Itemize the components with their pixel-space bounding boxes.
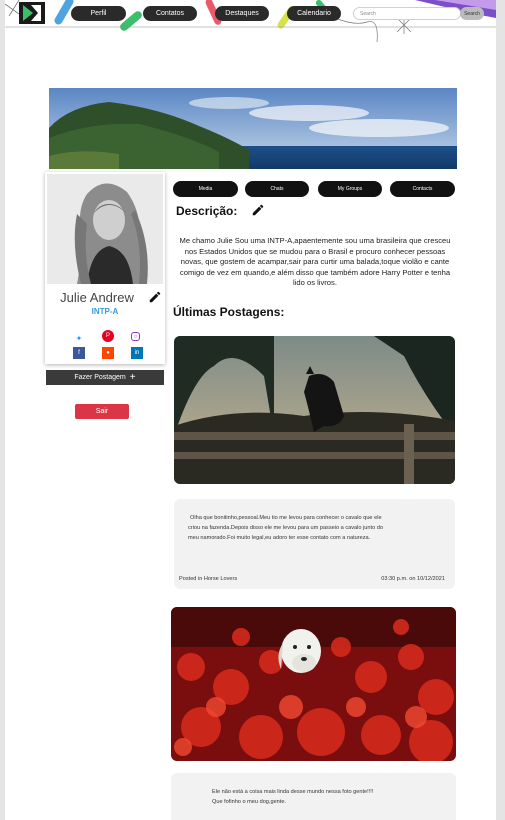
logout-button[interactable]: Sair [75,404,129,419]
nav-calendario-button[interactable]: Calendario [287,6,341,21]
profile-card: Julie Andrew INTP-A ✦ P ○ f ● in [45,172,165,364]
edit-description-pencil-icon[interactable] [251,203,265,217]
description-text: Me chamo Julie Sou uma INTP-A,apaentemen… [179,236,451,287]
post-category[interactable]: Posted in Horse Lovers [179,576,237,582]
post-card-dog: Ele não está a coisa mais linda desse mu… [171,773,456,820]
search-input[interactable] [353,7,461,20]
post-timestamp: 03:30 p.m. on 10/12/2021 [381,576,445,582]
post-text-line-3: meu namorado.Foi muito legal,eu adoro te… [188,535,371,541]
post-text-line-2: Que fofinho o meu dog,gente. [212,799,287,805]
latest-posts-title: Últimas Postagens: [173,305,285,319]
page: Perfil Contatos Destaques Calendario Sea… [5,0,496,820]
post-card-horse: Olha que bonitinho,pessoal.Meu tio me le… [174,499,455,589]
search-button[interactable]: Search [460,7,484,20]
tab-contacts[interactable]: Contacts [390,181,455,197]
instagram-icon[interactable]: ○ [131,332,140,341]
post-text-line-2: criou na fazenda.Depois disso ele me lev… [188,525,383,531]
tab-chats[interactable]: Chats [245,181,309,197]
nav-perfil-button[interactable]: Perfil [71,6,126,21]
create-post-label: Fazer Postagem [74,374,126,381]
top-navigation-bar: Perfil Contatos Destaques Calendario Sea… [5,0,496,43]
facebook-icon[interactable]: f [73,347,85,359]
profile-name: Julie Andrew [60,290,134,305]
description-title: Descrição: [176,204,238,218]
nav-destaques-button[interactable]: Destaques [215,6,269,21]
create-post-button[interactable]: Fazer Postagem + [46,370,164,385]
edit-pencil-icon[interactable] [148,290,162,304]
nav-contatos-button[interactable]: Contatos [143,6,197,21]
post-text-line-1: Olha que bonitinho,pessoal.Meu tio me le… [190,515,382,521]
post-text-line-1: Ele não está a coisa mais linda desse mu… [212,789,374,795]
cover-banner-image [49,88,457,169]
twitter-icon[interactable]: ✦ [73,332,85,344]
reddit-icon[interactable]: ● [102,347,114,359]
tab-my-groups[interactable]: My Groups [318,181,382,197]
profile-role: INTP-A [91,307,119,316]
post-image-dog [171,607,456,761]
pinterest-icon[interactable]: P [102,330,114,342]
avatar [47,174,163,284]
app-logo-icon[interactable] [19,2,45,24]
tab-media[interactable]: Media [173,181,238,197]
post-image-horse [174,336,455,484]
linkedin-icon[interactable]: in [131,347,143,359]
plus-icon: + [129,372,136,383]
